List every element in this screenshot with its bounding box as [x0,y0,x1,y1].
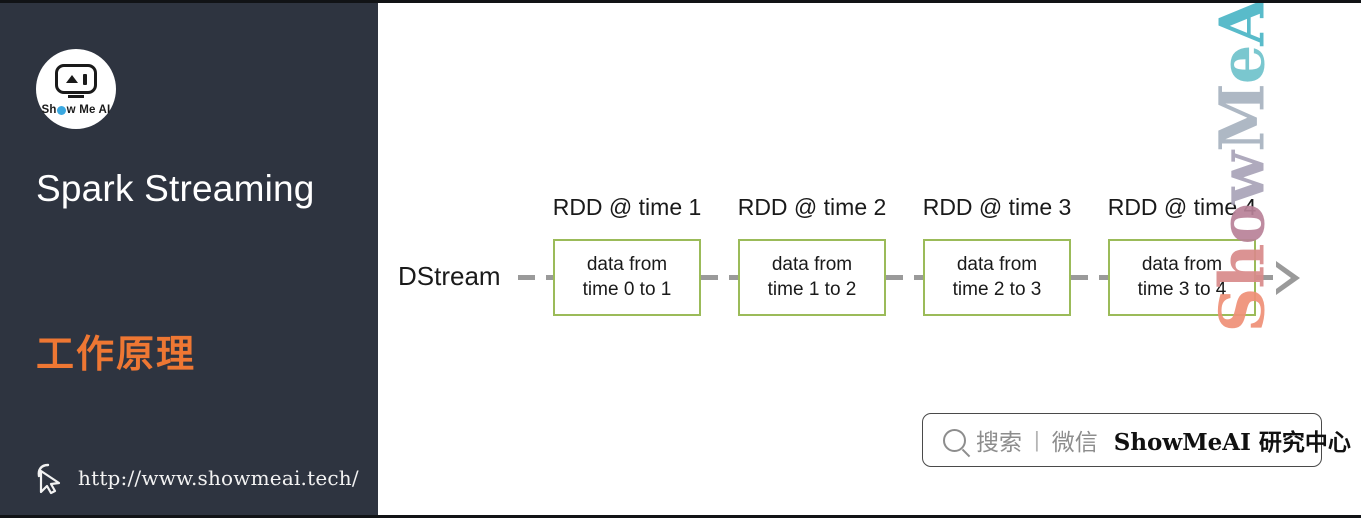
rdd-box-1-line2: time 0 to 1 [582,278,672,300]
rdd-caption-3: RDD @ time 3 [922,194,1072,220]
logo-dot-icon [57,105,67,115]
showmeai-logo: Sh w Me AI [36,49,116,129]
logo-wordmark-left: Sh [41,104,57,116]
logo-wordmark-right: w Me AI [66,104,111,116]
watermark-letter-1: h [1205,244,1279,289]
sidebar: Sh w Me AI Spark Streaming 工作原理 http://w… [0,3,378,515]
cursor-pointer-icon [37,463,61,495]
connector-dash-2 [886,275,924,280]
search-brand: ShowMeAI 研究中心 [1113,429,1351,456]
robot-eye-caret-icon [65,75,78,83]
search-placeholder: 搜索 [976,430,1022,456]
connector-dash-3 [1071,275,1109,280]
watermark-letter-3: w [1205,151,1279,205]
site-url-text: http://www.showmeai.tech/ [78,466,359,490]
slide-root: Sh w Me AI Spark Streaming 工作原理 http://w… [0,0,1361,518]
watermark-showmeai: ShowMeAI [1206,3,1279,332]
page-title: Spark Streaming [36,168,315,209]
watermark-letter-0: S [1205,288,1279,333]
rdd-node-3: RDD @ time 3 data from time 2 to 3 [923,194,1071,316]
watermark-letter-2: o [1205,204,1279,245]
watermark-letter-5: e [1205,45,1279,85]
diagram-canvas: DStream RDD @ time 1 data from time 0 to… [378,3,1361,515]
rdd-box-1-line1: data from [586,254,668,276]
robot-eye-bar-icon [82,73,87,85]
watermark-letter-6: A [1205,3,1279,46]
rdd-node-2: RDD @ time 2 data from time 1 to 2 [738,194,886,316]
page-subtitle: 工作原理 [36,332,197,376]
robot-head-icon [55,64,97,94]
rdd-node-1: RDD @ time 1 data from time 0 to 1 [553,194,701,316]
rdd-box-3-line2: time 2 to 3 [952,278,1042,300]
site-url-row[interactable]: http://www.showmeai.tech/ [36,461,359,495]
rdd-box-2-line2: time 1 to 2 [767,278,857,300]
search-separator: | [1034,427,1040,452]
rdd-box-1: data from time 0 to 1 [553,239,701,316]
connector-dash-0 [518,275,554,280]
logo-wordmark: Sh w Me AI [42,104,111,116]
search-icon [943,428,966,452]
rdd-box-3: data from time 2 to 3 [923,239,1071,316]
rdd-caption-2: RDD @ time 2 [737,194,887,220]
search-channel: 微信 [1051,430,1098,456]
rdd-caption-1: RDD @ time 1 [552,194,702,220]
rdd-box-2: data from time 1 to 2 [738,239,886,316]
wechat-search-bar[interactable]: 搜索 | 微信 ShowMeAI 研究中心 [922,413,1351,467]
rdd-box-2-line1: data from [771,254,853,276]
watermark-letter-4: M [1205,84,1279,152]
rdd-box-3-line1: data from [956,254,1038,276]
connector-dash-1 [701,275,739,280]
dstream-label: DStream [398,261,501,291]
